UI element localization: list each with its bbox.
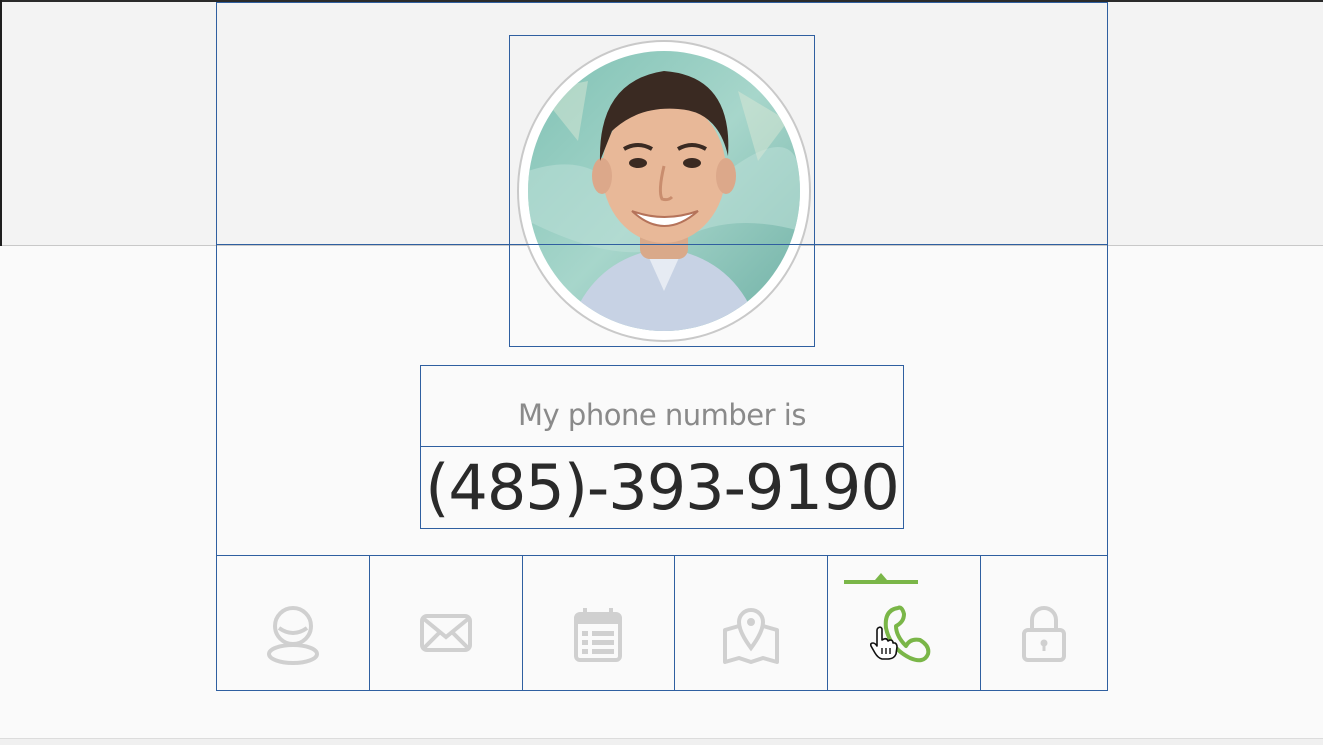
hand-cursor-icon [870,626,898,660]
tab-birthday[interactable] [523,556,676,690]
tab-address[interactable] [675,556,829,690]
calendar-icon [574,608,623,662]
user-icon [266,606,319,665]
tab-email[interactable] [370,556,523,690]
info-icon-bar [216,555,1108,691]
tab-phone[interactable] [828,556,981,690]
envelope-icon [419,614,472,652]
tab-password[interactable] [981,556,1107,690]
avatar [528,51,800,331]
active-tab-indicator [844,573,919,584]
tab-name[interactable] [217,556,370,690]
phone-number: (485)-393-9190 [425,451,900,524]
lock-icon [1021,606,1066,662]
field-label: My phone number is [518,398,806,432]
map-icon [723,608,780,664]
